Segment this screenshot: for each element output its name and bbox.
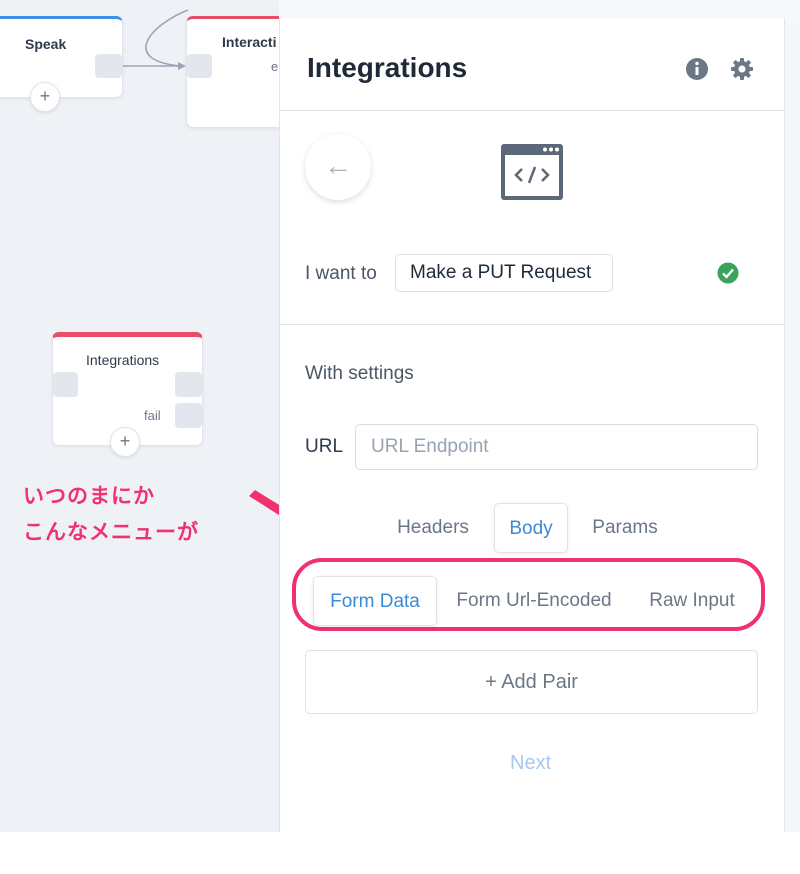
tab-form-data[interactable]: Form Data	[313, 576, 437, 626]
output-port[interactable]	[95, 54, 122, 78]
speak-node[interactable]: Speak	[0, 16, 123, 98]
tab-headers[interactable]: Headers	[381, 503, 485, 553]
action-select[interactable]: Make a PUT Request	[395, 254, 613, 292]
interaction-node[interactable]: Interacti e	[186, 16, 279, 128]
divider	[280, 324, 785, 325]
tab-raw-input[interactable]: Raw Input	[634, 576, 750, 626]
code-window-icon	[501, 144, 563, 200]
add-pair-button[interactable]: + Add Pair	[305, 650, 758, 714]
right-strip	[784, 18, 800, 832]
input-port[interactable]	[187, 54, 212, 78]
panel-title: Integrations	[307, 52, 468, 83]
back-button[interactable]: ←	[305, 134, 371, 200]
i-want-to-label: I want to	[305, 263, 377, 284]
success-port[interactable]	[175, 372, 202, 397]
integrations-panel: Integrations ← I want to Make a PUT Requ…	[279, 18, 785, 832]
input-port[interactable]	[53, 372, 78, 397]
annotation-line-1: いつのまにか	[23, 484, 155, 508]
integrations-node-title: Integrations	[86, 352, 160, 368]
annotation-line-2: こんなメニューが	[23, 520, 199, 544]
add-step-button[interactable]: +	[30, 82, 60, 112]
info-icon[interactable]	[685, 57, 709, 81]
fail-port-label: fail	[144, 408, 161, 423]
arrow-left-icon: ←	[324, 150, 352, 181]
flow-canvas[interactable]: Speak + Interacti e Integrations fail + …	[0, 0, 279, 832]
tab-params[interactable]: Params	[580, 503, 670, 553]
with-settings-label: With settings	[305, 363, 414, 384]
add-step-button[interactable]: +	[110, 427, 140, 457]
interaction-node-title: Interacti	[222, 34, 277, 50]
bottom-margin	[0, 832, 800, 874]
speak-node-title: Speak	[25, 36, 67, 52]
url-endpoint-input[interactable]	[355, 424, 758, 470]
tab-body[interactable]: Body	[494, 503, 568, 553]
divider	[280, 110, 785, 111]
gear-icon[interactable]	[730, 57, 754, 81]
url-label: URL	[305, 436, 344, 457]
fail-port[interactable]	[175, 403, 202, 428]
next-button[interactable]: Next	[510, 752, 551, 775]
tab-form-url-encoded[interactable]: Form Url-Encoded	[444, 576, 624, 626]
port-label: e	[271, 59, 279, 74]
annotation-text: いつのまにか こんなメニューが	[23, 478, 199, 550]
check-circle-icon	[717, 262, 739, 284]
